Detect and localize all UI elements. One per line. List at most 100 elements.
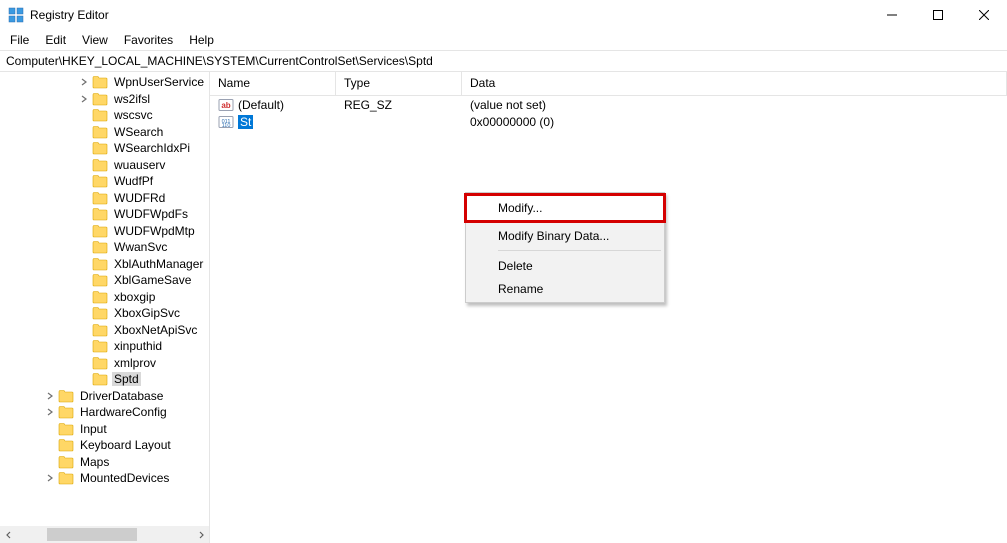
tree-node[interactable]: XblGameSave xyxy=(0,272,209,289)
regedit-icon xyxy=(8,7,24,23)
list-row[interactable]: 011110St 0x00000000 (0) xyxy=(210,113,1007,130)
folder-icon xyxy=(92,290,108,304)
minimize-button[interactable] xyxy=(869,0,915,30)
tree-node[interactable]: MountedDevices xyxy=(0,470,209,487)
tree-node-label: XblAuthManager xyxy=(112,257,205,271)
tree-node[interactable]: WpnUserService xyxy=(0,74,209,91)
tree-node[interactable]: WwanSvc xyxy=(0,239,209,256)
expander-icon[interactable] xyxy=(44,408,56,416)
tree-node[interactable]: WudfPf xyxy=(0,173,209,190)
tree-node-label: WSearchIdxPi xyxy=(112,141,192,155)
tree-node[interactable]: Maps xyxy=(0,454,209,471)
tree-node-label: wuauserv xyxy=(112,158,167,172)
tree-node[interactable]: ws2ifsl xyxy=(0,91,209,108)
menubar: File Edit View Favorites Help xyxy=(0,30,1007,50)
folder-icon xyxy=(92,257,108,271)
cell-type: REG_SZ xyxy=(336,98,462,112)
titlebar: Registry Editor xyxy=(0,0,1007,30)
tree-node-label: WUDFWpdMtp xyxy=(112,224,197,238)
list-pane: Name Type Data ab(Default)REG_SZ(value n… xyxy=(210,72,1007,543)
expander-icon[interactable] xyxy=(78,78,90,86)
expander-icon[interactable] xyxy=(78,95,90,103)
tree-node[interactable]: xmlprov xyxy=(0,355,209,372)
horizontal-scrollbar[interactable] xyxy=(0,526,209,543)
scroll-left-button[interactable] xyxy=(0,526,17,543)
folder-icon xyxy=(58,455,74,469)
tree-node[interactable]: Keyboard Layout xyxy=(0,437,209,454)
context-menu-separator xyxy=(498,250,661,251)
tree-node-label: WUDFRd xyxy=(112,191,167,205)
tree-node[interactable]: xinputhid xyxy=(0,338,209,355)
list-rows: ab(Default)REG_SZ(value not set)011110St… xyxy=(210,96,1007,130)
window-title: Registry Editor xyxy=(30,8,869,22)
maximize-button[interactable] xyxy=(915,0,961,30)
address-bar[interactable]: Computer\HKEY_LOCAL_MACHINE\SYSTEM\Curre… xyxy=(0,50,1007,72)
column-data[interactable]: Data xyxy=(462,72,1007,95)
tree-pane: WpnUserService ws2ifslwscsvcWSearchWSearc… xyxy=(0,72,210,543)
tree-node[interactable]: wscsvc xyxy=(0,107,209,124)
scroll-thumb[interactable] xyxy=(47,528,137,541)
menu-help[interactable]: Help xyxy=(181,31,222,49)
scroll-track[interactable] xyxy=(17,526,192,543)
column-name[interactable]: Name xyxy=(210,72,336,95)
tree-node[interactable]: XboxNetApiSvc xyxy=(0,322,209,339)
tree-node-label: WudfPf xyxy=(112,174,155,188)
tree-node[interactable]: WUDFWpdMtp xyxy=(0,223,209,240)
folder-icon xyxy=(58,471,74,485)
context-menu-item[interactable]: Delete xyxy=(468,254,662,277)
tree-node-label: Keyboard Layout xyxy=(78,438,173,452)
context-menu-item[interactable]: Modify Binary Data... xyxy=(468,224,662,247)
value-name: St xyxy=(238,115,253,129)
expander-icon[interactable] xyxy=(44,474,56,482)
tree-node[interactable]: Sptd xyxy=(0,371,209,388)
tree-node-label: xboxgip xyxy=(112,290,157,304)
expander-icon[interactable] xyxy=(44,392,56,400)
tree-node[interactable]: WUDFWpdFs xyxy=(0,206,209,223)
tree-node-label: Maps xyxy=(78,455,111,469)
tree-node[interactable]: WSearch xyxy=(0,124,209,141)
tree-node[interactable]: XblAuthManager xyxy=(0,256,209,273)
tree-node[interactable]: WSearchIdxPi xyxy=(0,140,209,157)
tree-node[interactable]: wuauserv xyxy=(0,157,209,174)
close-button[interactable] xyxy=(961,0,1007,30)
folder-icon xyxy=(92,158,108,172)
tree-node-label: DriverDatabase xyxy=(78,389,165,403)
context-menu: Modify... Modify Binary Data... DeleteRena… xyxy=(465,192,665,303)
cell-data: 0x00000000 (0) xyxy=(462,115,1007,129)
tree-node-label: WpnUserService xyxy=(112,75,206,89)
folder-icon xyxy=(92,372,108,386)
folder-icon xyxy=(92,92,108,106)
content-area: WpnUserService ws2ifslwscsvcWSearchWSearc… xyxy=(0,72,1007,543)
tree-node[interactable]: Input xyxy=(0,421,209,438)
tree-node[interactable]: HardwareConfig xyxy=(0,404,209,421)
cell-name: ab(Default) xyxy=(210,97,336,113)
folder-icon xyxy=(92,174,108,188)
tree-node[interactable]: WUDFRd xyxy=(0,190,209,207)
tree-node[interactable]: xboxgip xyxy=(0,289,209,306)
folder-icon xyxy=(92,273,108,287)
context-menu-item[interactable]: Modify... xyxy=(466,195,664,221)
tree-node[interactable]: XboxGipSvc xyxy=(0,305,209,322)
tree-node-label: XboxNetApiSvc xyxy=(112,323,199,337)
folder-icon xyxy=(58,422,74,436)
menu-file[interactable]: File xyxy=(2,31,37,49)
tree-node-label: Input xyxy=(78,422,109,436)
folder-icon xyxy=(92,356,108,370)
tree-node-label: WwanSvc xyxy=(112,240,169,254)
context-menu-item[interactable]: Rename xyxy=(468,277,662,300)
scroll-right-button[interactable] xyxy=(192,526,209,543)
cell-name: 011110St xyxy=(210,114,336,130)
menu-favorites[interactable]: Favorites xyxy=(116,31,181,49)
tree-scroll[interactable]: WpnUserService ws2ifslwscsvcWSearchWSearc… xyxy=(0,72,209,526)
value-name: (Default) xyxy=(238,98,284,112)
tree-node-label: XblGameSave xyxy=(112,273,193,287)
folder-icon xyxy=(92,125,108,139)
column-type[interactable]: Type xyxy=(336,72,462,95)
folder-icon xyxy=(92,339,108,353)
menu-view[interactable]: View xyxy=(74,31,116,49)
tree-node-label: WUDFWpdFs xyxy=(112,207,190,221)
tree-node[interactable]: DriverDatabase xyxy=(0,388,209,405)
folder-icon xyxy=(58,438,74,452)
list-row[interactable]: ab(Default)REG_SZ(value not set) xyxy=(210,96,1007,113)
menu-edit[interactable]: Edit xyxy=(37,31,74,49)
